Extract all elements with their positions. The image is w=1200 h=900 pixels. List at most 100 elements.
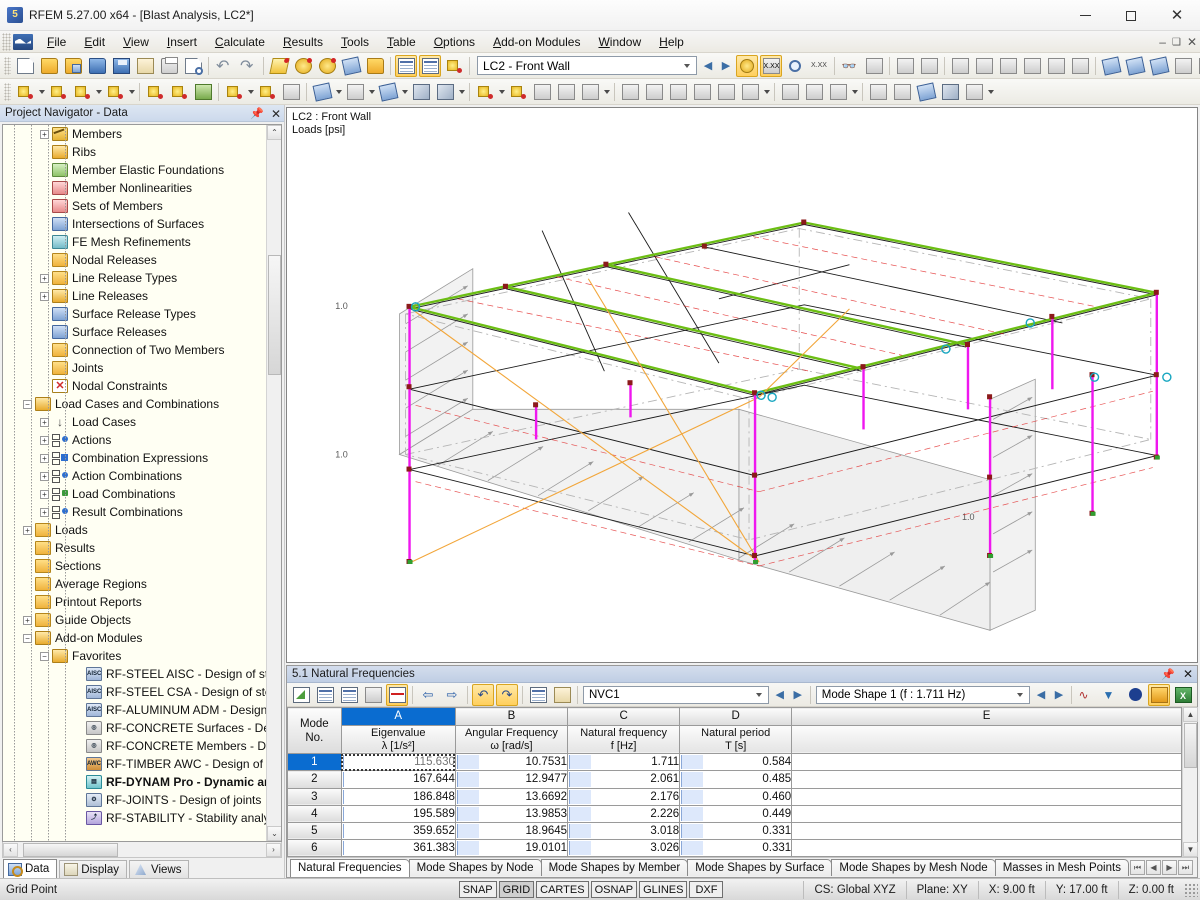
mesh-view-icon[interactable] bbox=[973, 55, 995, 77]
cell-C2[interactable]: 2.061 bbox=[567, 770, 681, 789]
plane-icon[interactable] bbox=[867, 81, 889, 103]
print-icon[interactable] bbox=[158, 55, 180, 77]
cell-D1[interactable]: 0.584 bbox=[679, 753, 793, 772]
tree-item-nodal-releases[interactable]: Nodal Releases bbox=[3, 251, 281, 269]
menu-options[interactable]: Options bbox=[425, 32, 484, 52]
prev-page-button[interactable]: ◀ bbox=[1146, 860, 1161, 875]
results-icon[interactable] bbox=[643, 81, 665, 103]
tree-item-fe-mesh-refinements[interactable]: FE Mesh Refinements bbox=[3, 233, 281, 251]
visibility-icon[interactable] bbox=[803, 81, 825, 103]
table-row[interactable]: 3 186.848 13.6692 2.176 0.460 bbox=[287, 787, 1182, 806]
chart-icon[interactable] bbox=[362, 684, 384, 706]
tree-item-line-release-types[interactable]: + Line Release Types bbox=[3, 269, 281, 287]
menu-tools[interactable]: Tools bbox=[332, 32, 378, 52]
calc-icon[interactable] bbox=[619, 81, 641, 103]
cell-C1[interactable]: 1.711 bbox=[567, 753, 681, 772]
navigator-vertical-scrollbar[interactable]: ⌃ ⌄ bbox=[266, 125, 281, 841]
toolbar-grip[interactable] bbox=[4, 82, 11, 101]
column-letter-A[interactable]: A bbox=[340, 707, 456, 726]
hscroll-track[interactable] bbox=[18, 842, 266, 857]
menu-add-on-modules[interactable]: Add-on Modules bbox=[484, 32, 589, 52]
export-down-icon[interactable] bbox=[443, 55, 465, 77]
resize-grip[interactable] bbox=[1184, 882, 1198, 897]
rotate-right-icon[interactable]: ↷ bbox=[496, 683, 518, 706]
tree-item-load-cases[interactable]: +Load Cases bbox=[3, 413, 281, 431]
tree-item-intersections-of-surfaces[interactable]: Intersections of Surfaces bbox=[3, 215, 281, 233]
new-document-icon[interactable] bbox=[14, 55, 36, 77]
perspective2-icon[interactable] bbox=[939, 81, 961, 103]
menu-edit[interactable]: Edit bbox=[75, 32, 114, 52]
lighting-icon[interactable] bbox=[292, 55, 314, 77]
load-case-combo[interactable]: NVC1 bbox=[583, 685, 769, 704]
table-tab-mode-shapes-by-node[interactable]: Mode Shapes by Node bbox=[408, 859, 542, 876]
redo-icon[interactable] bbox=[237, 55, 259, 77]
new-node-icon[interactable] bbox=[14, 81, 36, 103]
new-member-icon[interactable] bbox=[223, 81, 245, 103]
measure-icon[interactable] bbox=[863, 55, 885, 77]
cell-E5[interactable] bbox=[791, 821, 1182, 840]
cell-D3[interactable]: 0.460 bbox=[679, 787, 793, 806]
menu-insert[interactable]: Insert bbox=[158, 32, 206, 52]
new-polygon-icon[interactable] bbox=[104, 81, 126, 103]
table-icon[interactable] bbox=[395, 54, 417, 77]
chevron-down-icon[interactable] bbox=[400, 82, 409, 102]
hscroll-thumb[interactable] bbox=[23, 842, 118, 857]
cell-E6[interactable] bbox=[791, 838, 1182, 858]
zoom-window-icon[interactable] bbox=[1069, 55, 1091, 77]
pin-icon[interactable]: 📌 bbox=[250, 107, 264, 120]
case-prev-button[interactable]: ◀ bbox=[771, 685, 789, 705]
tree-item-sets-of-members[interactable]: Sets of Members bbox=[3, 197, 281, 215]
tree-item-sections[interactable]: Sections bbox=[3, 557, 281, 575]
cell-C6[interactable]: 3.026 bbox=[567, 838, 681, 858]
tree-item-printout-reports[interactable]: Printout Reports bbox=[3, 593, 281, 611]
chevron-down-icon[interactable] bbox=[37, 82, 46, 102]
grid-dots-icon[interactable] bbox=[918, 55, 940, 77]
window-icon[interactable] bbox=[364, 55, 386, 77]
tree-item-rf-timber-awc-design-of-ti[interactable]: AWC RF-TIMBER AWC - Design of ti bbox=[3, 755, 281, 773]
report-icon[interactable] bbox=[1148, 683, 1170, 706]
result-diagram-icon[interactable] bbox=[739, 81, 761, 103]
scroll-left-button[interactable]: ‹ bbox=[3, 842, 18, 857]
column-letter-C[interactable]: C bbox=[567, 707, 681, 726]
open-folder-icon[interactable] bbox=[38, 55, 60, 77]
menu-view[interactable]: View bbox=[114, 32, 158, 52]
load-case-prev-button[interactable]: ◀ bbox=[699, 56, 717, 76]
info2-icon[interactable] bbox=[1124, 684, 1146, 706]
chevron-down-icon[interactable] bbox=[457, 82, 466, 102]
fill-down-icon[interactable] bbox=[338, 684, 360, 706]
save-icon[interactable] bbox=[110, 55, 132, 77]
iso-view-icon[interactable] bbox=[827, 81, 849, 103]
mode-next-button[interactable]: ▶ bbox=[1050, 685, 1068, 705]
cell-D5[interactable]: 0.331 bbox=[679, 821, 793, 840]
rotate-left-icon[interactable]: ↶ bbox=[472, 683, 494, 706]
table-row[interactable]: 4 195.589 13.9853 2.226 0.449 bbox=[287, 804, 1182, 823]
loads-surface-icon[interactable] bbox=[531, 81, 553, 103]
cell-D2[interactable]: 0.485 bbox=[679, 770, 793, 789]
tree-item-member-elastic-foundations[interactable]: Member Elastic Foundations bbox=[3, 161, 281, 179]
minimize-button[interactable] bbox=[1062, 0, 1108, 31]
view-loads-icon[interactable] bbox=[784, 55, 806, 77]
tree-item-rf-steel-aisc-design-of-stee[interactable]: AISC RF-STEEL AISC - Design of stee bbox=[3, 665, 281, 683]
cell-D4[interactable]: 0.449 bbox=[679, 804, 793, 823]
chevron-down-icon[interactable] bbox=[246, 82, 255, 102]
render-mode-icon[interactable] bbox=[949, 55, 971, 77]
cell-A4[interactable]: 195.589 bbox=[340, 804, 456, 823]
value-display-icon[interactable]: X.XX bbox=[808, 55, 830, 77]
new-opening-icon[interactable] bbox=[344, 81, 366, 103]
table-scroll-thumb[interactable] bbox=[1184, 723, 1197, 768]
cell-A5[interactable]: 359.652 bbox=[340, 821, 456, 840]
tree-item-members[interactable]: + Members bbox=[3, 125, 281, 143]
render-icon[interactable] bbox=[268, 55, 290, 77]
new-support-line-icon[interactable] bbox=[168, 81, 190, 103]
tree-item-load-combinations[interactable]: + Load Combinations bbox=[3, 485, 281, 503]
navigator-horizontal-scrollbar[interactable]: ‹ › bbox=[2, 842, 282, 858]
cell-B3[interactable]: 13.6692 bbox=[454, 787, 569, 806]
new-rib-icon[interactable] bbox=[377, 81, 399, 103]
close-icon[interactable]: ✕ bbox=[271, 107, 281, 121]
save-as-icon[interactable] bbox=[86, 55, 108, 77]
tree-item-joints[interactable]: Joints bbox=[3, 359, 281, 377]
tree-item-load-cases-and-combinations[interactable]: − Load Cases and Combinations bbox=[3, 395, 281, 413]
row-header-mode[interactable]: 2 bbox=[287, 770, 342, 789]
prev-column-icon[interactable]: ⇦ bbox=[417, 684, 439, 706]
surfaces-view-icon[interactable] bbox=[997, 55, 1019, 77]
